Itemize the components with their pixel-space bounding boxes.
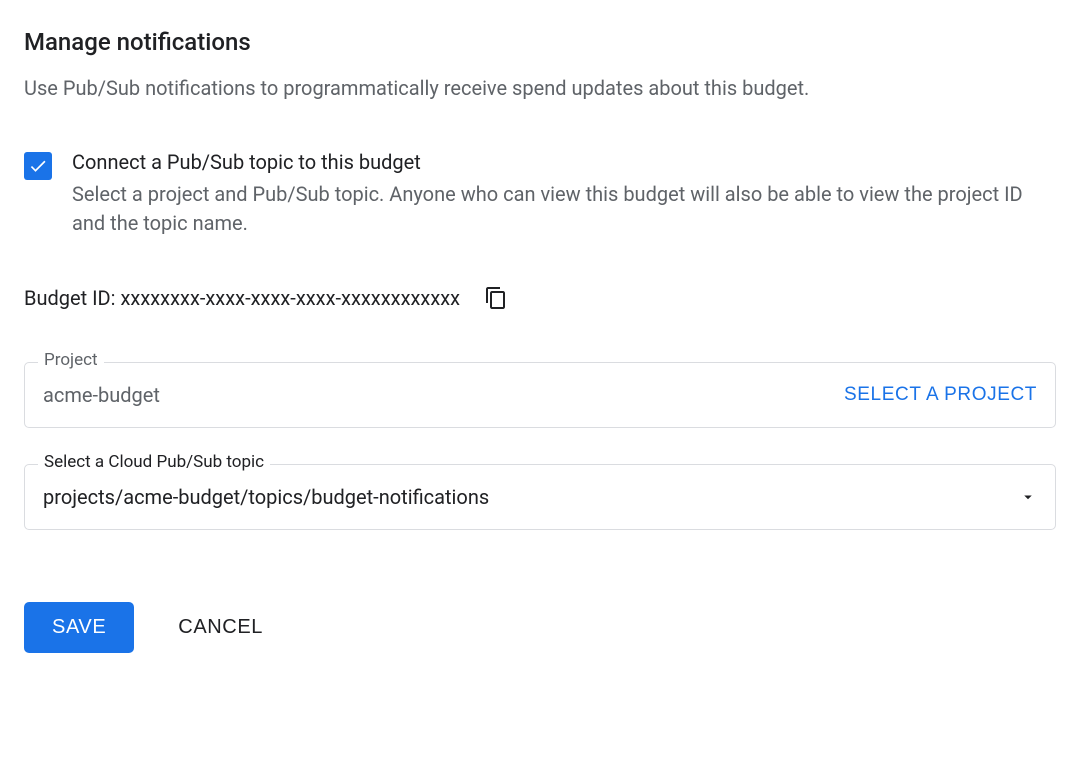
- budget-id-value: xxxxxxxx-xxxx-xxxx-xxxx-xxxxxxxxxxxx: [120, 286, 460, 310]
- topic-field[interactable]: Select a Cloud Pub/Sub topic projects/ac…: [24, 464, 1056, 530]
- save-button[interactable]: SAVE: [24, 602, 134, 653]
- button-row: SAVE CANCEL: [24, 602, 1056, 653]
- budget-id-label: Budget ID:: [24, 286, 120, 310]
- checkbox-label: Connect a Pub/Sub topic to this budget: [72, 150, 1056, 174]
- topic-field-label: Select a Cloud Pub/Sub topic: [38, 452, 270, 472]
- budget-id-row: Budget ID: xxxxxxxx-xxxx-xxxx-xxxx-xxxxx…: [24, 286, 1056, 310]
- section-title: Manage notifications: [24, 28, 1056, 56]
- copy-icon[interactable]: [484, 286, 508, 310]
- section-description: Use Pub/Sub notifications to programmati…: [24, 74, 1056, 102]
- project-field: Project acme-budget SELECT A PROJECT: [24, 362, 1056, 428]
- checkbox-content: Connect a Pub/Sub topic to this budget S…: [72, 150, 1056, 238]
- chevron-down-icon[interactable]: [1019, 488, 1037, 506]
- checkmark-icon: [28, 156, 48, 176]
- topic-field-value: projects/acme-budget/topics/budget-notif…: [43, 485, 489, 509]
- cancel-button[interactable]: CANCEL: [178, 616, 263, 639]
- project-field-label: Project: [38, 350, 104, 370]
- project-field-value: acme-budget: [43, 383, 160, 407]
- checkbox-row: Connect a Pub/Sub topic to this budget S…: [24, 150, 1056, 238]
- checkbox-description: Select a project and Pub/Sub topic. Anyo…: [72, 180, 1056, 238]
- budget-id: Budget ID: xxxxxxxx-xxxx-xxxx-xxxx-xxxxx…: [24, 286, 460, 310]
- select-project-button[interactable]: SELECT A PROJECT: [844, 384, 1037, 406]
- pubsub-checkbox[interactable]: [24, 152, 52, 180]
